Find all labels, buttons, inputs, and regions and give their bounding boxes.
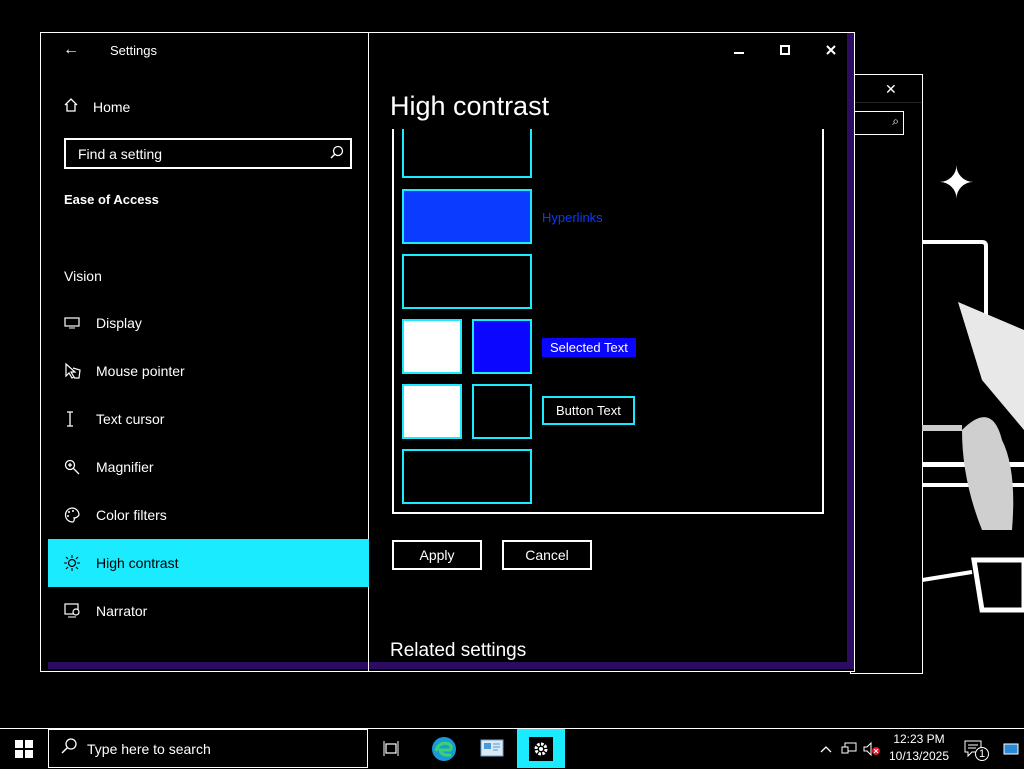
background-window-titlebar-divider xyxy=(851,102,922,103)
sidebar-item-label: Mouse pointer xyxy=(96,363,185,379)
task-view-button[interactable] xyxy=(368,729,416,768)
apply-button[interactable]: Apply xyxy=(392,540,482,570)
color-swatch-selected-text-bg[interactable] xyxy=(472,319,532,374)
sidebar-item-label: Narrator xyxy=(96,603,148,619)
home-label: Home xyxy=(93,98,131,115)
text-cursor-icon xyxy=(64,411,96,427)
related-settings-heading: Related settings xyxy=(390,640,527,661)
hyperlinks-label: Hyperlinks xyxy=(542,210,603,225)
find-setting-search[interactable] xyxy=(64,138,352,169)
show-hidden-icons-button[interactable] xyxy=(815,729,837,768)
action-center-button[interactable]: 1 xyxy=(955,729,991,768)
magnifier-icon xyxy=(64,459,96,475)
volume-tray-button[interactable] xyxy=(861,729,883,768)
color-swatch-button-text-bg[interactable] xyxy=(472,384,532,439)
content-pane: High contrast Hyperlinks Selected Text B… xyxy=(370,33,854,671)
selected-text-preview: Selected Text xyxy=(542,338,636,357)
sidebar: ← Settings Home Ease of Access Vision Di… xyxy=(41,33,369,671)
taskbar-search-placeholder: Type here to search xyxy=(87,740,211,757)
button-text-preview: Button Text xyxy=(542,396,635,425)
background-close-icon[interactable]: ✕ xyxy=(885,81,897,98)
notification-count-badge: 1 xyxy=(975,747,990,761)
group-heading-vision: Vision xyxy=(64,268,102,284)
chevron-up-icon xyxy=(820,745,832,752)
control-panel-icon xyxy=(480,739,504,756)
sidebar-item-label: Text cursor xyxy=(96,411,165,427)
search-icon xyxy=(61,738,87,759)
sidebar-item-label: Color filters xyxy=(96,507,167,523)
network-tray-button[interactable] xyxy=(838,729,860,768)
high-contrast-icon xyxy=(64,555,96,571)
back-arrow-icon[interactable]: ← xyxy=(63,41,79,59)
sidebar-item-narrator[interactable]: Narrator xyxy=(48,587,369,635)
sidebar-item-color-filters[interactable]: Color filters xyxy=(48,491,369,539)
control-panel-app-button[interactable] xyxy=(468,729,516,768)
clock-time: 12:23 PM xyxy=(893,732,945,746)
sidebar-nav: Display Mouse pointer Text cursor Magnif… xyxy=(48,299,369,635)
color-swatch-background[interactable] xyxy=(402,449,532,504)
color-swatch-text[interactable] xyxy=(402,129,532,178)
sidebar-item-magnifier[interactable]: Magnifier xyxy=(48,443,369,491)
taskbar-search[interactable]: Type here to search xyxy=(48,729,368,768)
edge-app-button[interactable] xyxy=(420,729,468,768)
network-icon xyxy=(841,742,857,753)
background-search-icon: ⌕ xyxy=(892,114,899,128)
taskbar-clock[interactable]: 12:23 PM 10/13/2025 xyxy=(886,731,952,765)
sidebar-item-home[interactable]: Home xyxy=(63,97,130,116)
sidebar-item-label: Magnifier xyxy=(96,459,154,475)
start-button[interactable] xyxy=(0,729,48,769)
background-search-box[interactable]: ⌕ xyxy=(851,111,904,135)
settings-gear-icon xyxy=(529,736,553,761)
sidebar-item-text-cursor[interactable]: Text cursor xyxy=(48,395,369,443)
find-setting-input[interactable] xyxy=(76,145,320,163)
section-heading: Ease of Access xyxy=(64,192,159,207)
theme-color-panel: Hyperlinks Selected Text Button Text xyxy=(392,129,824,514)
settings-window: ← Settings Home Ease of Access Vision Di… xyxy=(40,32,855,672)
background-window: ✕ ⌕ xyxy=(850,74,923,674)
search-icon[interactable] xyxy=(330,145,344,162)
sidebar-item-label: High contrast xyxy=(96,555,179,571)
sidebar-item-high-contrast[interactable]: High contrast xyxy=(48,539,369,587)
edge-icon xyxy=(432,736,456,761)
windows-logo-icon xyxy=(15,740,33,758)
wallpaper-art xyxy=(922,240,1024,613)
volume-muted-icon xyxy=(863,741,880,756)
app-title: Settings xyxy=(110,43,157,58)
cancel-button[interactable]: Cancel xyxy=(502,540,592,570)
settings-app-button[interactable] xyxy=(517,729,565,768)
color-swatch-disabled-text[interactable] xyxy=(402,254,532,309)
task-view-icon xyxy=(383,740,399,756)
mouse-pointer-icon xyxy=(64,362,96,380)
color-swatch-button-text-fg[interactable] xyxy=(402,384,462,439)
color-swatch-hyperlinks[interactable] xyxy=(402,189,532,244)
page-title: High contrast xyxy=(390,91,550,121)
clock-date: 10/13/2025 xyxy=(888,749,950,763)
taskbar: Type here to search 12:23 PM 10/13/2025 … xyxy=(0,728,1024,768)
monitor-icon xyxy=(64,316,96,330)
narrator-icon xyxy=(64,603,96,619)
sidebar-item-display[interactable]: Display xyxy=(48,299,369,347)
desktop-icon xyxy=(1003,743,1018,754)
sidebar-item-label: Display xyxy=(96,315,142,331)
color-filters-icon xyxy=(64,507,96,523)
show-desktop-button[interactable] xyxy=(997,729,1024,768)
home-icon xyxy=(63,97,93,116)
color-swatch-selected-text-fg[interactable] xyxy=(402,319,462,374)
sidebar-item-mouse-pointer[interactable]: Mouse pointer xyxy=(48,347,369,395)
